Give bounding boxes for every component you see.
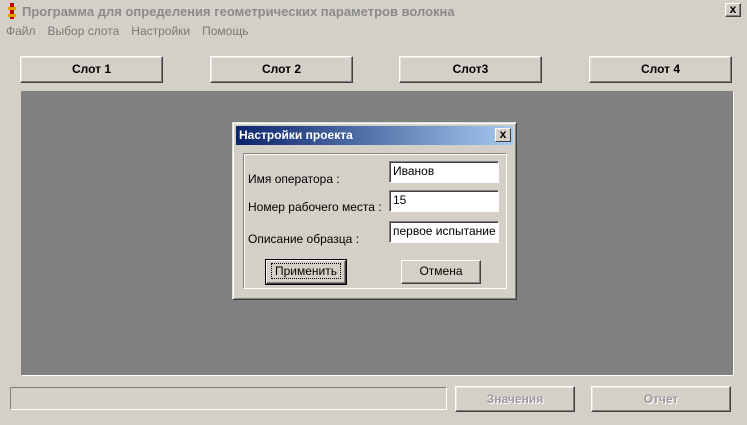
window-close-button[interactable]: x [725,3,741,17]
report-button[interactable]: Отчет [591,386,731,412]
dialog-title: Настройки проекта [239,128,353,142]
slot-3-button[interactable]: Слот3 [399,56,542,83]
operator-input[interactable]: Иванов [389,161,499,183]
slot-4-button[interactable]: Слот 4 [589,56,732,83]
menu-item-help[interactable]: Помощь [196,22,254,42]
menu-bar: Файл Выбор слота Настройки Помощь [0,22,254,42]
menu-item-file[interactable]: Файл [0,22,42,42]
window-title: Программа для определения геометрических… [22,4,455,19]
close-icon: x [729,2,737,16]
operator-label: Имя оператора : [248,172,340,186]
status-field [10,387,447,410]
dialog-titlebar[interactable]: Настройки проекта x [236,126,513,145]
slot-2-button[interactable]: Слот 2 [210,56,353,83]
menu-item-settings[interactable]: Настройки [125,22,196,42]
menu-item-slot-select[interactable]: Выбор слота [42,22,126,42]
settings-groupbox: Имя оператора : Иванов Номер рабочего ме… [243,153,507,289]
close-icon: x [499,127,507,141]
app-icon [6,3,18,19]
workplace-input[interactable]: 15 [389,190,499,212]
sample-input[interactable]: первое испытание [389,221,499,243]
apply-button-label: Применить [270,263,341,279]
workplace-label: Номер рабочего места : [248,200,382,214]
slot-1-button[interactable]: Слот 1 [20,56,163,83]
dialog-close-button[interactable]: x [495,128,511,142]
window-titlebar[interactable]: Программа для определения геометрических… [0,0,747,22]
project-settings-dialog: Настройки проекта x Имя оператора : Иван… [232,122,517,300]
apply-button[interactable]: Применить [265,259,347,285]
sample-label: Описание образца : [248,232,360,246]
values-button[interactable]: Значения [455,386,575,412]
cancel-button[interactable]: Отмена [401,260,481,284]
